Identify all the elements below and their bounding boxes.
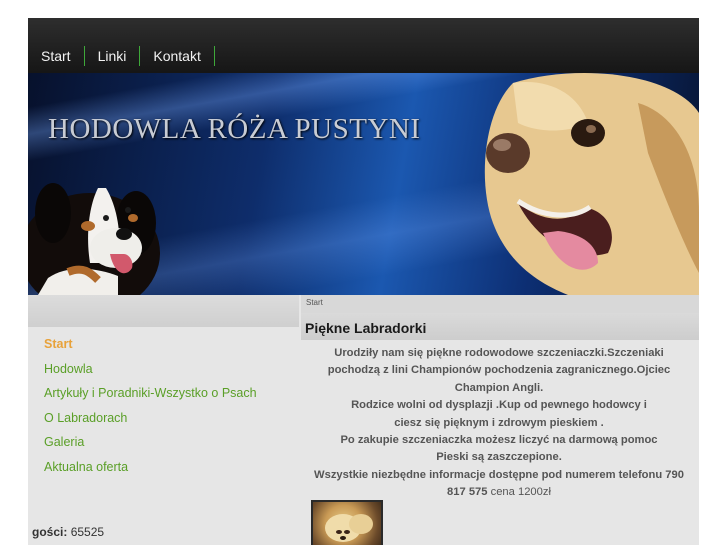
sidebar-item-o-labradorach[interactable]: O Labradorach xyxy=(44,411,127,425)
bernese-dog-image xyxy=(28,183,160,295)
article-line: Po zakupie szczeniaczka możesz liczyć na… xyxy=(340,434,658,447)
header-banner: HODOWLA RÓŻA PUSTYNI xyxy=(28,73,699,295)
article-title-bar: Piękne Labradorki xyxy=(301,313,699,340)
puppy-photo xyxy=(325,514,373,542)
sidebar-item-artykuly[interactable]: Artykuły i Poradniki-Wszystko o Psach xyxy=(44,386,257,400)
sidebar-menu: Start Hodowla Artykuły i Poradniki-Wszys… xyxy=(28,327,299,483)
article-line: Wszystkie niezbędne informacje dostępne … xyxy=(314,468,684,481)
article-title: Piękne Labradorki xyxy=(305,320,427,336)
article-line: Urodziły nam się piękne rodowodowe szcze… xyxy=(334,347,664,359)
article-line: ciesz się pięknym i zdrowym pieskiem . xyxy=(394,416,604,429)
price-text: cena 1200zł xyxy=(490,486,551,499)
labrador-dog-image xyxy=(484,73,699,295)
visit-counter: gości: 65525 xyxy=(32,525,104,539)
breadcrumb: Start xyxy=(301,295,699,313)
nav-kontakt[interactable]: Kontakt xyxy=(140,47,213,65)
visits-label: gości: xyxy=(32,525,68,539)
content-area: Start Hodowla Artykuły i Poradniki-Wszys… xyxy=(28,295,699,545)
sidebar-item-hodowla[interactable]: Hodowla xyxy=(44,362,93,376)
article-line: Pieski są zaszczepione. xyxy=(436,451,562,464)
nav-start[interactable]: Start xyxy=(28,47,84,65)
site-wrapper: Start Linki Kontakt HODOWLA RÓŻA PUSTYNI xyxy=(28,18,699,545)
nav-separator xyxy=(213,46,215,66)
sidebar-header xyxy=(28,295,299,327)
article-line: Champion Angli. xyxy=(454,381,544,394)
phone-number-end: 817 575 xyxy=(447,486,488,499)
sidebar-item-aktualna-oferta[interactable]: Aktualna oferta xyxy=(44,460,128,474)
sidebar-item-start[interactable]: Start xyxy=(44,337,72,351)
sidebar: Start Hodowla Artykuły i Poradniki-Wszys… xyxy=(28,295,299,545)
top-navigation: Start Linki Kontakt xyxy=(28,18,699,73)
nav-linki[interactable]: Linki xyxy=(85,47,140,65)
main-content: Start Piękne Labradorki Urodziły nam się… xyxy=(301,295,699,545)
article-line: Rodzice wolni od dysplazji .Kup od pewne… xyxy=(351,399,647,412)
article-line: pochodzą z lini Championów pochodzenia z… xyxy=(327,364,671,377)
visits-count: 65525 xyxy=(70,525,105,539)
banner-title: HODOWLA RÓŻA PUSTYNI xyxy=(48,113,421,145)
puppy-thumbnail-image[interactable] xyxy=(311,500,383,545)
breadcrumb-start[interactable]: Start xyxy=(306,298,323,307)
sidebar-item-galeria[interactable]: Galeria xyxy=(44,435,84,449)
article-body: Urodziły nam się piękne rodowodowe szcze… xyxy=(299,340,699,502)
